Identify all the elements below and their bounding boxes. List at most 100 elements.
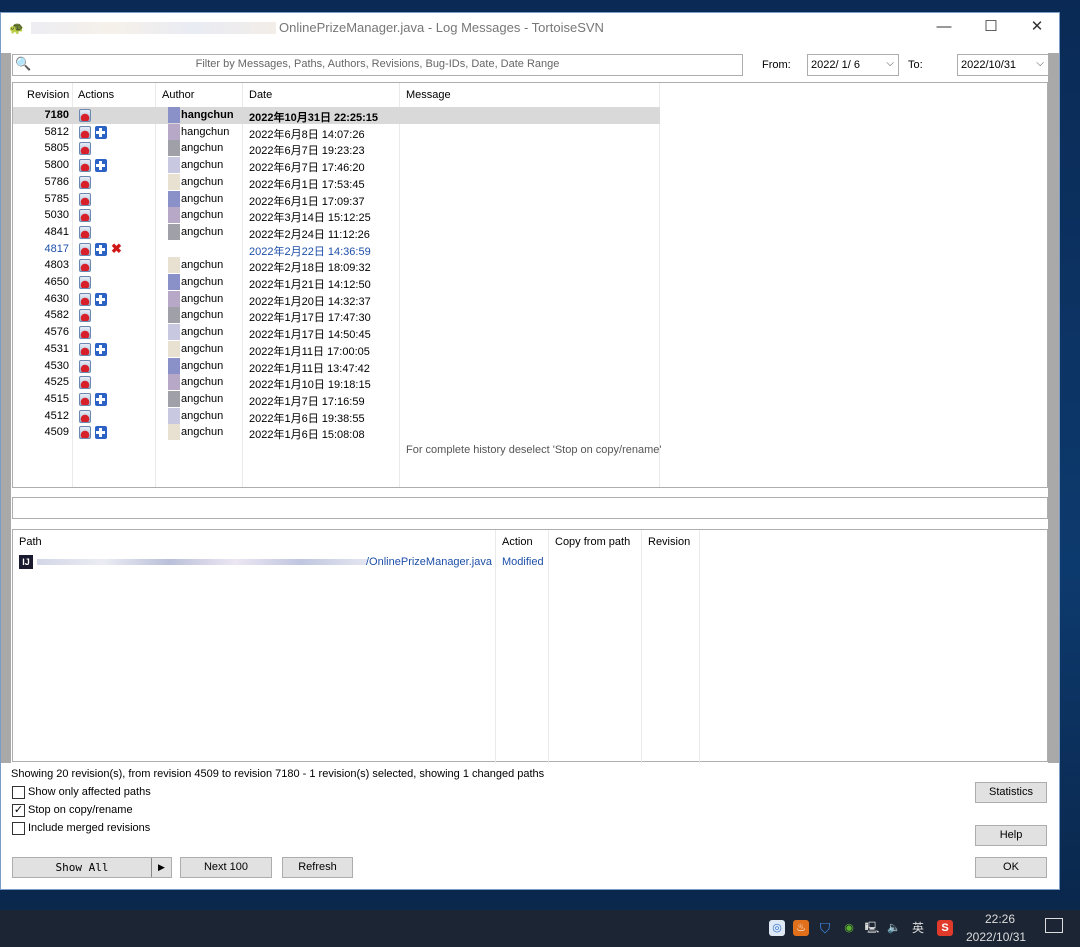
from-date-picker[interactable]: 2022/ 1/ 6 ⌵ bbox=[807, 54, 899, 76]
header-path-revision[interactable]: Revision bbox=[648, 536, 690, 548]
blurred-avatar bbox=[168, 123, 180, 140]
blurred-avatar bbox=[168, 190, 180, 207]
clock-date[interactable]: 2022/10/31 bbox=[966, 930, 1026, 944]
date: 2022年2月18日 18:09:32 bbox=[249, 262, 371, 275]
log-row[interactable]: 4841 angchun 2022年2月24日 11:12:26 bbox=[13, 223, 660, 241]
help-button[interactable]: Help bbox=[975, 825, 1047, 846]
log-row[interactable]: 4803 angchun 2022年2月18日 18:09:32 bbox=[13, 257, 660, 274]
path-action: Modified bbox=[502, 556, 544, 568]
log-row[interactable]: 5785 angchun 2022年6月1日 17:09:37 bbox=[13, 190, 660, 208]
log-row[interactable]: 4650 angchun 2022年1月21日 14:12:50 bbox=[13, 274, 660, 291]
revision-number: 5805 bbox=[44, 142, 69, 155]
statistics-button[interactable]: Statistics bbox=[975, 782, 1047, 803]
dropdown-arrow-icon[interactable]: ▶ bbox=[151, 858, 171, 877]
date: 2022年6月7日 17:46:20 bbox=[249, 162, 365, 175]
modified-icon bbox=[79, 376, 91, 390]
show-affected-checkbox[interactable] bbox=[12, 786, 25, 799]
revision-list[interactable]: Revision Actions Author Date Message 718… bbox=[12, 82, 1048, 488]
blurred-path bbox=[37, 559, 367, 565]
date: 2022年2月24日 11:12:26 bbox=[249, 228, 370, 241]
ok-button[interactable]: OK bbox=[975, 857, 1047, 878]
close-button[interactable]: ✕ bbox=[1014, 13, 1060, 43]
refresh-button[interactable]: Refresh bbox=[282, 857, 353, 878]
log-row[interactable]: 5800 angchun 2022年6月7日 17:46:20 bbox=[13, 157, 660, 174]
log-row[interactable]: 5812 hangchun 2022年6月8日 14:07:26 bbox=[13, 123, 660, 141]
log-row[interactable]: 4525 angchun 2022年1月10日 19:18:15 bbox=[13, 374, 660, 391]
author: angchun bbox=[181, 225, 224, 238]
revision-number: 5030 bbox=[44, 209, 69, 222]
log-row[interactable]: 5805 angchun 2022年6月7日 19:23:23 bbox=[13, 140, 660, 157]
header-message[interactable]: Message bbox=[406, 89, 451, 101]
filter-input[interactable]: 🔍 Filter by Messages, Paths, Authors, Re… bbox=[12, 54, 743, 76]
log-row[interactable]: 4630 angchun 2022年1月20日 14:32:37 bbox=[13, 290, 660, 308]
from-date-value: 2022/ 1/ 6 bbox=[811, 59, 860, 71]
stop-on-copy-label[interactable]: Stop on copy/rename bbox=[28, 804, 133, 816]
header-action[interactable]: Action bbox=[502, 536, 533, 548]
network-icon[interactable]: 🖳 bbox=[864, 920, 880, 936]
added-icon bbox=[95, 125, 107, 139]
blurred-avatar bbox=[168, 324, 180, 341]
include-merged-checkbox[interactable] bbox=[12, 822, 25, 835]
sogou-icon[interactable]: S bbox=[937, 920, 953, 936]
path-text: /OnlinePrizeManager.java bbox=[366, 556, 492, 568]
date: 2022年6月1日 17:53:45 bbox=[249, 178, 365, 191]
include-merged-label[interactable]: Include merged revisions bbox=[28, 822, 150, 834]
log-row[interactable]: 4512 angchun 2022年1月6日 19:38:55 bbox=[13, 407, 660, 425]
log-row[interactable]: 7180 hangchun 2022年10月31日 22:25:15 bbox=[13, 107, 660, 124]
header-path[interactable]: Path bbox=[19, 536, 42, 548]
title-bar: 🐢 OnlinePrizeManager.java - Log Messages… bbox=[1, 13, 1059, 43]
ime-indicator[interactable]: 英 bbox=[910, 920, 926, 936]
log-row[interactable]: 4531 angchun 2022年1月11日 17:00:05 bbox=[13, 340, 660, 358]
date: 2022年6月1日 17:09:37 bbox=[249, 195, 365, 208]
date: 2022年1月7日 17:16:59 bbox=[249, 395, 365, 408]
modified-icon bbox=[79, 209, 91, 223]
log-row[interactable]: 4515 angchun 2022年1月7日 17:16:59 bbox=[13, 390, 660, 408]
clock-time[interactable]: 22:26 bbox=[985, 912, 1015, 926]
java-icon[interactable]: ♨ bbox=[793, 920, 809, 936]
blurred-avatar bbox=[168, 207, 180, 224]
revision-number: 4803 bbox=[44, 259, 69, 272]
chevron-down-icon: ⌵ bbox=[886, 58, 894, 69]
qq-browser-icon[interactable]: ◎ bbox=[769, 920, 785, 936]
path-row[interactable]: IJ /OnlinePrizeManager.java bbox=[13, 554, 496, 571]
modified-icon bbox=[79, 292, 91, 306]
header-date[interactable]: Date bbox=[249, 89, 272, 101]
header-actions[interactable]: Actions bbox=[78, 89, 114, 101]
log-row[interactable]: 4509 angchun 2022年1月6日 15:08:08 bbox=[13, 424, 660, 441]
volume-icon[interactable]: 🔈 bbox=[886, 920, 902, 936]
show-all-button[interactable]: Show All ▶ bbox=[12, 857, 172, 878]
filter-placeholder: Filter by Messages, Paths, Authors, Revi… bbox=[195, 58, 560, 70]
minimize-button[interactable]: — bbox=[921, 13, 967, 43]
log-row[interactable]: 4576 angchun 2022年1月17日 14:50:45 bbox=[13, 324, 660, 341]
show-all-label: Show All bbox=[55, 861, 109, 874]
log-row[interactable]: 5786 angchun 2022年6月1日 17:53:45 bbox=[13, 173, 660, 191]
modified-icon bbox=[79, 242, 91, 256]
log-row[interactable]: 4530 angchun 2022年1月11日 13:47:42 bbox=[13, 357, 660, 375]
notifications-icon[interactable] bbox=[1045, 918, 1063, 933]
header-revision[interactable]: Revision bbox=[27, 89, 69, 101]
next-100-button[interactable]: Next 100 bbox=[180, 857, 272, 878]
date: 2022年1月6日 15:08:08 bbox=[249, 429, 365, 442]
message-pane[interactable] bbox=[12, 497, 1048, 519]
header-copy-from[interactable]: Copy from path bbox=[555, 536, 630, 548]
author: hangchun bbox=[181, 109, 234, 121]
shield-icon[interactable]: ⛉ bbox=[817, 920, 833, 936]
chevron-down-icon: ⌵ bbox=[1036, 58, 1044, 69]
log-row[interactable]: 4582 angchun 2022年1月17日 17:47:30 bbox=[13, 307, 660, 324]
log-row[interactable]: 5030 angchun 2022年3月14日 15:12:25 bbox=[13, 207, 660, 224]
log-row[interactable]: 4817 ✖ 2022年2月22日 14:36:59 bbox=[13, 241, 660, 258]
blurred-avatar bbox=[168, 223, 180, 240]
stop-on-copy-checkbox[interactable]: ✓ bbox=[12, 804, 25, 817]
to-date-picker[interactable]: 2022/10/31 ⌵ bbox=[957, 54, 1049, 76]
nvidia-icon[interactable]: ◉ bbox=[841, 920, 857, 936]
maximize-button[interactable]: ☐ bbox=[968, 13, 1014, 43]
modified-icon bbox=[79, 175, 91, 189]
header-author[interactable]: Author bbox=[162, 89, 194, 101]
show-affected-label[interactable]: Show only affected paths bbox=[28, 786, 151, 798]
blurred-avatar bbox=[168, 140, 180, 157]
taskbar: ◎ ♨ ⛉ ◉ 🖳 🔈 英 S 22:26 2022/10/31 bbox=[0, 910, 1080, 947]
date: 2022年10月31日 22:25:15 bbox=[249, 112, 379, 124]
modified-icon bbox=[79, 309, 91, 323]
changed-paths-list[interactable]: Path Action Copy from path Revision IJ /… bbox=[12, 529, 1048, 763]
modified-icon bbox=[79, 426, 91, 440]
